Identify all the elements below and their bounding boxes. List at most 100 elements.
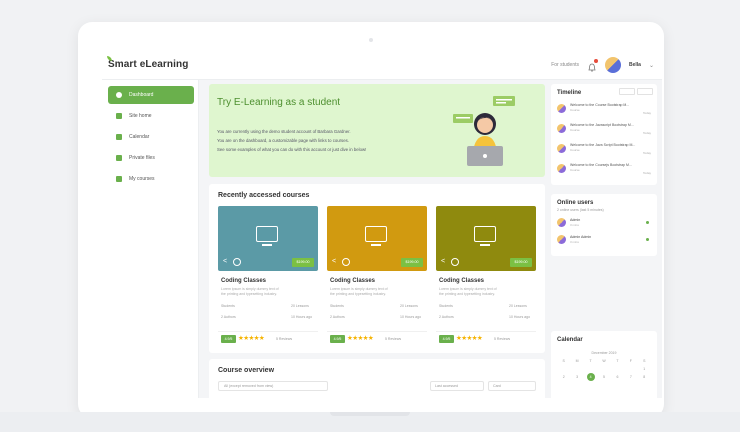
timeline-sub: Course	[570, 148, 580, 152]
course-meta-row: 2 Authors 10 Hours ago	[439, 315, 549, 319]
calendar-title: Calendar	[557, 337, 583, 343]
calendar-day[interactable]: 1	[638, 367, 651, 371]
online-status-dot	[646, 238, 649, 241]
brand-name: Smart eLearning	[108, 59, 189, 70]
course-thumbnail[interactable]: < $199.00	[327, 206, 427, 271]
weekday: M	[575, 359, 579, 363]
sidebar-item-label: Dashboard	[129, 92, 154, 98]
course-price: $199.00	[292, 258, 314, 267]
rating-stars: ★★★★★	[347, 335, 374, 342]
online-users-title: Online users	[557, 200, 594, 206]
timeline-item[interactable]: Welcome to the Coursejs Bootstrap M... C…	[557, 162, 653, 180]
code-screen-icon	[365, 226, 387, 246]
students-meta: Students	[439, 304, 453, 308]
course-description: the printing and typesetting industry.	[330, 292, 386, 296]
online-user[interactable]: Admin Admin 3 mins	[557, 235, 653, 249]
time-meta: 10 Hours ago	[509, 315, 531, 319]
timeline-text: Welcome to the Javascript Bootstrap M...	[570, 123, 634, 127]
course-thumbnail[interactable]: < $199.00	[218, 206, 318, 271]
banner-title: Try E-Learning as a student	[217, 97, 341, 108]
authors-meta: 2 Authors	[330, 315, 345, 319]
rating-badge: 4.9/5	[221, 335, 236, 343]
calendar-month: December 2019	[591, 351, 617, 355]
weekday: W	[602, 359, 606, 363]
course-card[interactable]: < $199.00 Coding Classes Lorem ipsum is …	[327, 206, 427, 346]
sidebar-item-my-courses[interactable]: My courses	[108, 170, 194, 188]
online-user[interactable]: Admin 3 mins	[557, 218, 653, 232]
favorite-icon[interactable]	[451, 258, 459, 266]
course-title[interactable]: Coding Classes	[221, 278, 266, 284]
lessons-meta: 20 Lessons	[291, 304, 309, 308]
calendar-day[interactable]: 3	[570, 375, 583, 381]
avatar	[557, 144, 566, 153]
dashboard-icon	[116, 92, 122, 98]
avatar	[557, 218, 566, 227]
student-demo-banner: Try E-Learning as a student You are curr…	[209, 84, 545, 177]
chevron-down-icon[interactable]: ⌄	[649, 62, 654, 69]
share-icon[interactable]: <	[441, 258, 449, 266]
view-dropdown[interactable]: Card	[488, 381, 536, 391]
course-overview-title: Course overview	[218, 367, 275, 374]
divider	[327, 331, 427, 332]
course-title[interactable]: Coding Classes	[330, 278, 375, 284]
calendar-day[interactable]: 8	[638, 375, 651, 381]
user-name[interactable]: Bella	[629, 62, 641, 68]
calendar-day[interactable]: 6	[611, 375, 624, 381]
calendar-day[interactable]	[584, 367, 597, 371]
sidebar-item-dashboard[interactable]: Dashboard	[108, 86, 194, 104]
course-description: Lorem ipsum is simply dummy text of	[330, 287, 388, 291]
sidebar-item-private-files[interactable]: Private files	[108, 149, 194, 167]
online-status-dot	[646, 221, 649, 224]
reviews-count: 5 Reviews	[385, 337, 402, 341]
course-meta-row: Students 20 Lessons	[330, 304, 440, 308]
calendar-day[interactable]	[597, 367, 610, 371]
course-meta-row: Students 20 Lessons	[439, 304, 549, 308]
sidebar-item-label: Calendar	[129, 134, 150, 140]
top-bar: Smart eLearning For students Bella ⌄	[102, 50, 662, 80]
share-icon[interactable]: <	[223, 258, 231, 266]
user-avatar[interactable]	[605, 57, 622, 73]
favorite-icon[interactable]	[233, 258, 241, 266]
timeline-time: Today	[642, 151, 651, 155]
course-card[interactable]: < $199.00 Coding Classes Lorem ipsum is …	[436, 206, 536, 346]
calendar-day[interactable]: 7	[624, 375, 637, 381]
calendar-day[interactable]	[624, 367, 637, 371]
calendar-day[interactable]	[557, 367, 570, 371]
timeline-filter-button[interactable]	[619, 88, 635, 95]
course-title[interactable]: Coding Classes	[439, 278, 484, 284]
timeline-sort-button[interactable]	[637, 88, 653, 95]
online-user-name: Admin	[570, 218, 581, 222]
sort-dropdown[interactable]: Last accessed	[430, 381, 484, 391]
favorite-icon[interactable]	[342, 258, 350, 266]
course-description: the printing and typesetting industry.	[439, 292, 495, 296]
course-description: Lorem ipsum is simply dummy text of	[221, 287, 279, 291]
course-price: $199.00	[510, 258, 532, 267]
share-icon[interactable]: <	[332, 258, 340, 266]
course-card[interactable]: < $199.00 Coding Classes Lorem ipsum is …	[218, 206, 318, 346]
avatar	[557, 235, 566, 244]
calendar-day[interactable]: 5	[597, 375, 610, 381]
divider	[218, 331, 318, 332]
timeline-item[interactable]: Welcome to the Java Script Bootstrap M..…	[557, 142, 653, 160]
calendar-day-today[interactable]: 4	[586, 373, 595, 381]
course-filter-dropdown[interactable]: All (except removed from view)	[218, 381, 328, 391]
calendar-day[interactable]	[611, 367, 624, 371]
timeline-sub: Course	[570, 108, 580, 112]
course-description: Lorem ipsum is simply dummy text of	[439, 287, 497, 291]
for-students-link[interactable]: For students	[551, 62, 579, 68]
course-thumbnail[interactable]: < $199.00	[436, 206, 536, 271]
timeline-panel: Timeline Welcome to the Course Bootstrap…	[551, 84, 657, 185]
brand-logo[interactable]: Smart eLearning	[107, 56, 189, 70]
sidebar: Dashboard Site home Calendar Private fil…	[102, 80, 199, 398]
avatar	[557, 104, 566, 113]
sidebar-item-calendar[interactable]: Calendar	[108, 128, 194, 146]
online-user-age: 3 mins	[570, 240, 579, 244]
timeline-item[interactable]: Welcome to the Javascript Bootstrap M...…	[557, 122, 653, 140]
timeline-item[interactable]: Welcome to the Course Bootstrap M... Cou…	[557, 102, 653, 120]
calendar-day[interactable]: 2	[557, 375, 570, 381]
calendar-day[interactable]	[570, 367, 583, 371]
sidebar-item-site-home[interactable]: Site home	[108, 107, 194, 125]
webcam	[369, 38, 373, 42]
calendar-panel: Calendar December 2019 S M T W T F S 1 2…	[551, 331, 657, 398]
notification-bell-icon[interactable]	[587, 59, 599, 72]
